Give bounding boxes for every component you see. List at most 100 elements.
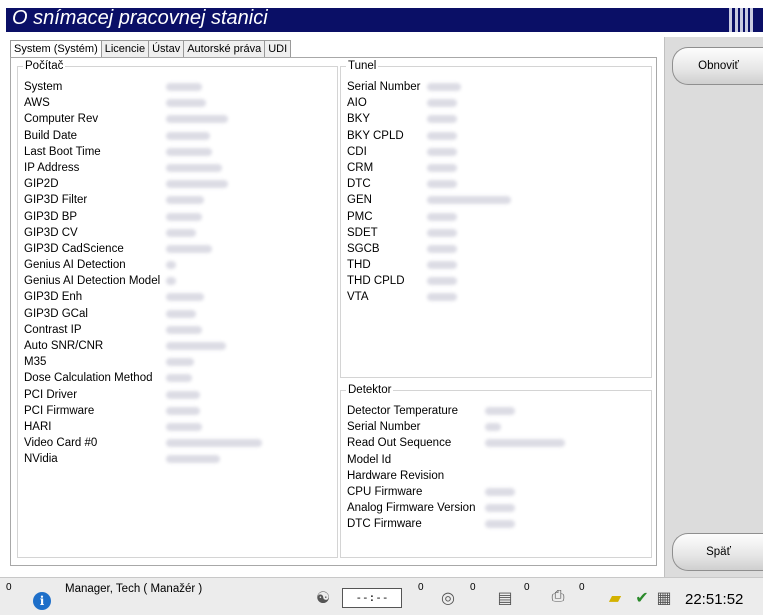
tunel-row: SDET bbox=[347, 225, 457, 241]
detektor-row: Detector Temperature bbox=[347, 403, 515, 419]
detektor-group-title: Detektor bbox=[346, 383, 394, 397]
clock: 22:51:52 bbox=[685, 591, 744, 608]
pocitac-row: PCI Driver bbox=[24, 387, 200, 403]
pocitac-row-redacted-value bbox=[166, 325, 202, 334]
count-2: 0 bbox=[470, 582, 476, 593]
detektor-row: Read Out Sequence bbox=[347, 435, 565, 451]
tunel-group-title: Tunel bbox=[346, 59, 379, 73]
tunel-row: THD CPLD bbox=[347, 273, 457, 289]
tunel-row-redacted-value bbox=[427, 228, 457, 237]
pocitac-row-redacted-value bbox=[166, 406, 200, 415]
tab-autorske-prava[interactable]: Autorské práva bbox=[183, 40, 266, 58]
pocitac-row-label: IP Address bbox=[24, 161, 80, 174]
pocitac-row-redacted-value bbox=[166, 83, 202, 91]
detektor-row-redacted-value bbox=[485, 487, 515, 496]
pocitac-row-label: GIP3D GCal bbox=[24, 307, 88, 320]
tunel-row: Serial Number bbox=[347, 79, 461, 95]
pocitac-row-redacted-value bbox=[166, 390, 200, 399]
refresh-button[interactable]: Obnoviť bbox=[672, 47, 763, 85]
detektor-row-redacted-value bbox=[485, 520, 515, 529]
detektor-row-label: Serial Number bbox=[347, 421, 421, 434]
pocitac-row-label: GIP3D CV bbox=[24, 226, 78, 239]
alert-count: 0 bbox=[6, 582, 12, 593]
network-icon[interactable]: ▦ bbox=[654, 588, 674, 608]
pocitac-row-label: Computer Rev bbox=[24, 113, 99, 126]
detektor-row-label: Hardware Revision bbox=[347, 469, 445, 482]
tunel-row: AIO bbox=[347, 95, 457, 111]
detektor-row: DTC Firmware bbox=[347, 516, 515, 532]
tunel-row-redacted-value bbox=[427, 196, 511, 205]
current-user[interactable]: Manager, Tech ( Manažér ) bbox=[65, 583, 202, 595]
title-stripes-decoration bbox=[715, 8, 763, 32]
pocitac-row: Last Boot Time bbox=[24, 144, 212, 160]
printer-icon[interactable]: ⎙ bbox=[546, 588, 570, 606]
count-3: 0 bbox=[524, 582, 530, 593]
system-ok-icon[interactable]: ✔ bbox=[631, 588, 653, 608]
tunel-row-redacted-value bbox=[427, 147, 457, 156]
detektor-row-label: Model Id bbox=[347, 453, 392, 466]
pocitac-row: GIP3D Filter bbox=[24, 192, 204, 208]
timer-display[interactable]: --:-- bbox=[342, 588, 402, 608]
pocitac-row-redacted-value bbox=[166, 342, 226, 350]
detektor-row-redacted-value bbox=[485, 504, 515, 513]
pocitac-row: AWS bbox=[24, 95, 206, 111]
detektor-rows: Detector Temperature Serial Number Read Ou… bbox=[347, 403, 565, 533]
tunel-row-label: THD CPLD bbox=[347, 275, 405, 288]
pocitac-row-redacted-value bbox=[166, 212, 202, 221]
detektor-row: Serial Number bbox=[347, 419, 501, 435]
tunel-row-label: BKY CPLD bbox=[347, 129, 404, 142]
pocitac-row-redacted-value bbox=[166, 147, 212, 156]
tunel-row: CDI bbox=[347, 144, 457, 160]
pocitac-row: Genius AI Detection Model bbox=[24, 273, 176, 289]
tunel-row-redacted-value bbox=[427, 244, 457, 253]
pocitac-row: Auto SNR/CNR bbox=[24, 338, 226, 354]
pocitac-row-label: Auto SNR/CNR bbox=[24, 340, 104, 352]
pocitac-row-redacted-value bbox=[166, 115, 228, 124]
back-button[interactable]: Späť bbox=[672, 533, 763, 571]
user-lock-icon[interactable]: ☯ bbox=[312, 588, 334, 608]
pocitac-row-label: PCI Firmware bbox=[24, 404, 95, 417]
info-icon[interactable]: i bbox=[33, 592, 51, 610]
pocitac-row-redacted-value bbox=[166, 439, 262, 448]
notes-icon[interactable]: ▰ bbox=[604, 588, 626, 608]
tunel-row: DTC bbox=[347, 176, 457, 192]
pocitac-row: Computer Rev bbox=[24, 111, 228, 127]
tab-licencie[interactable]: Licencie bbox=[100, 40, 150, 58]
pocitac-row: GIP3D BP bbox=[24, 209, 202, 225]
tunel-row-redacted-value bbox=[427, 212, 457, 221]
pocitac-row: System bbox=[24, 79, 202, 95]
pocitac-row-redacted-value bbox=[166, 293, 204, 302]
pocitac-row-label: Video Card #0 bbox=[24, 437, 98, 450]
pocitac-row-label: PCI Driver bbox=[24, 388, 78, 401]
pocitac-row-redacted-value bbox=[166, 228, 196, 237]
pocitac-row-label: HARI bbox=[24, 420, 52, 433]
tunel-row-label: PMC bbox=[347, 210, 373, 223]
cd-disc-icon[interactable]: ◎ bbox=[437, 588, 459, 608]
tunel-row-label: THD bbox=[347, 259, 371, 272]
tab-ustav[interactable]: Ústav bbox=[148, 40, 185, 58]
right-sidebar: Obnoviť Späť bbox=[664, 37, 763, 577]
tunel-row-label: DTC bbox=[347, 178, 371, 191]
pocitac-group: Počítač System AWS Computer Rev Build Date L… bbox=[17, 59, 338, 558]
window-title: O snímacej pracovnej stanici bbox=[12, 7, 268, 29]
tunel-row-redacted-value bbox=[427, 261, 457, 270]
tunel-rows: Serial Number AIO BKY BKY CPLD CDI CRM DTC GEN P… bbox=[347, 79, 511, 306]
tunel-row-label: CRM bbox=[347, 161, 374, 174]
pocitac-row: Contrast IP bbox=[24, 322, 202, 338]
pocitac-row-redacted-value bbox=[166, 196, 204, 205]
pocitac-row-redacted-value bbox=[166, 277, 176, 286]
pocitac-row: PCI Firmware bbox=[24, 403, 200, 419]
pocitac-row-label: Contrast IP bbox=[24, 323, 82, 336]
pocitac-row: GIP3D CadScience bbox=[24, 241, 212, 257]
detektor-row-redacted-value bbox=[485, 439, 565, 448]
tab-udi[interactable]: UDI bbox=[264, 40, 292, 58]
tunel-row-label: SGCB bbox=[347, 242, 380, 255]
tunel-group: Tunel Serial Number AIO BKY BKY CPLD CDI CRM D… bbox=[340, 59, 652, 378]
pocitac-row-label: GIP2D bbox=[24, 178, 59, 191]
output-queue-icon[interactable]: ▤ bbox=[493, 588, 517, 608]
pocitac-row-redacted-value bbox=[166, 99, 206, 108]
detektor-row-redacted-value bbox=[485, 423, 501, 432]
tunel-row-redacted-value bbox=[427, 163, 457, 172]
pocitac-row: GIP3D CV bbox=[24, 225, 196, 241]
detektor-row: Model Id bbox=[347, 452, 475, 468]
